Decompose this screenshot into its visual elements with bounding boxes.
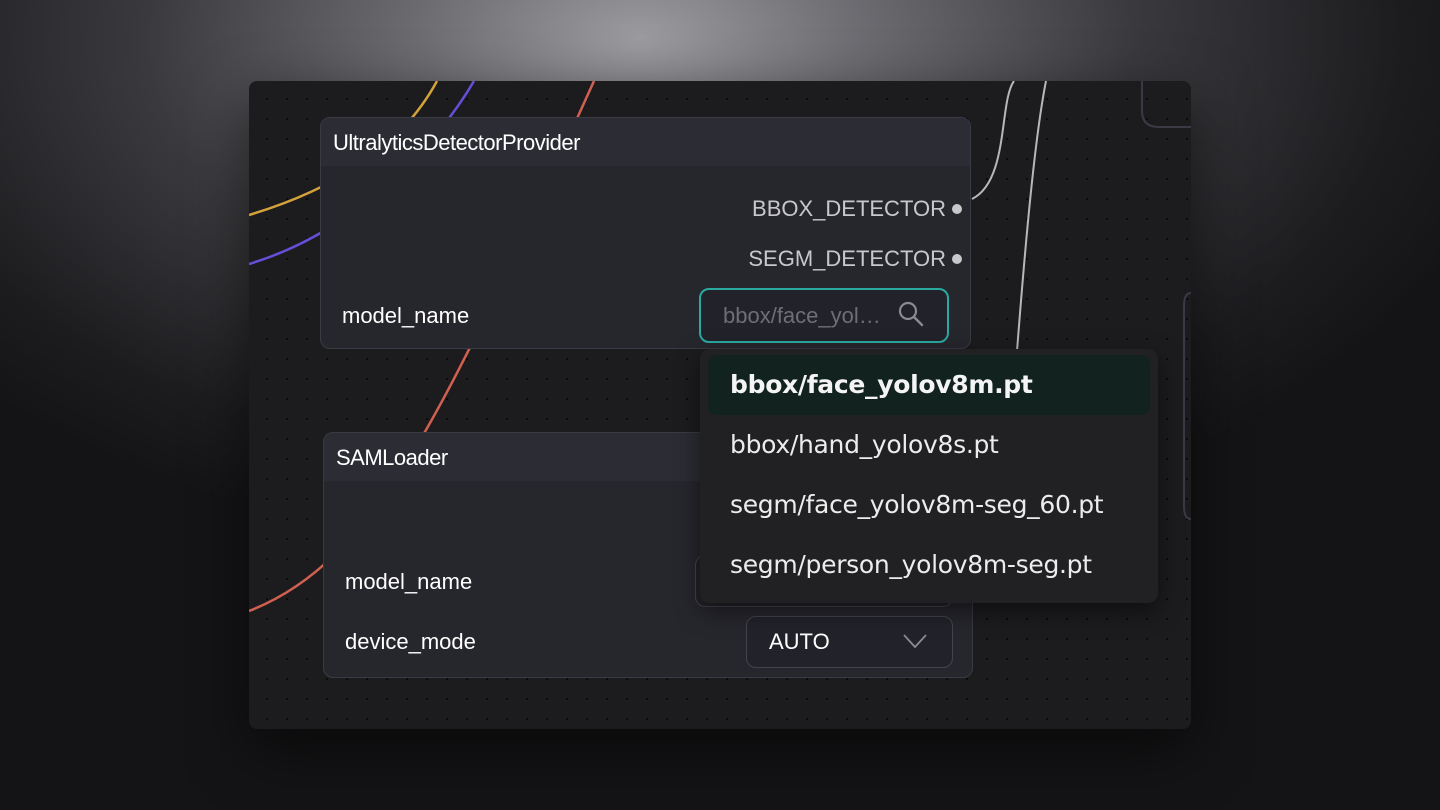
dropdown-option[interactable]: bbox/hand_yolov8s.pt: [708, 415, 1150, 475]
node-title[interactable]: UltralyticsDetectorProvider: [321, 118, 970, 166]
node-edge-right: [1183, 292, 1191, 520]
dropdown-option[interactable]: bbox/face_yolov8m.pt: [708, 355, 1150, 415]
model-name-search-input[interactable]: bbox/face_yolov8m.pt: [699, 288, 949, 343]
device-mode-label: device_mode: [345, 629, 476, 654]
device-mode-value: AUTO: [769, 629, 830, 654]
device-mode-select[interactable]: AUTO: [746, 616, 953, 668]
output-label: BBOX_DETECTOR: [752, 196, 946, 221]
search-icon: [897, 300, 925, 334]
node-ultralytics-detector-provider[interactable]: UltralyticsDetectorProvider BBOX_DETECTO…: [320, 117, 971, 349]
node-edge-top-right: [1141, 81, 1191, 128]
search-input-value: bbox/face_yolov8m.pt: [723, 302, 883, 328]
chevron-down-icon: [902, 631, 928, 657]
model-dropdown-list[interactable]: bbox/face_yolov8m.pt bbox/hand_yolov8s.p…: [700, 349, 1158, 603]
output-segm-detector[interactable]: SEGM_DETECTOR: [748, 246, 962, 272]
link-wire-gray-long: [1016, 81, 1047, 352]
link-wire-gray-right: [971, 81, 1015, 200]
output-label: SEGM_DETECTOR: [748, 246, 946, 271]
output-bbox-detector[interactable]: BBOX_DETECTOR: [752, 196, 962, 222]
model-name-label: model_name: [345, 569, 473, 594]
output-slot-dot[interactable]: [952, 204, 962, 214]
dropdown-option[interactable]: segm/person_yolov8m-seg.pt: [708, 535, 1150, 595]
dropdown-option[interactable]: segm/face_yolov8m-seg_60.pt: [708, 475, 1150, 535]
output-slot-dot[interactable]: [952, 254, 962, 264]
model-name-label: model_name: [342, 303, 470, 328]
